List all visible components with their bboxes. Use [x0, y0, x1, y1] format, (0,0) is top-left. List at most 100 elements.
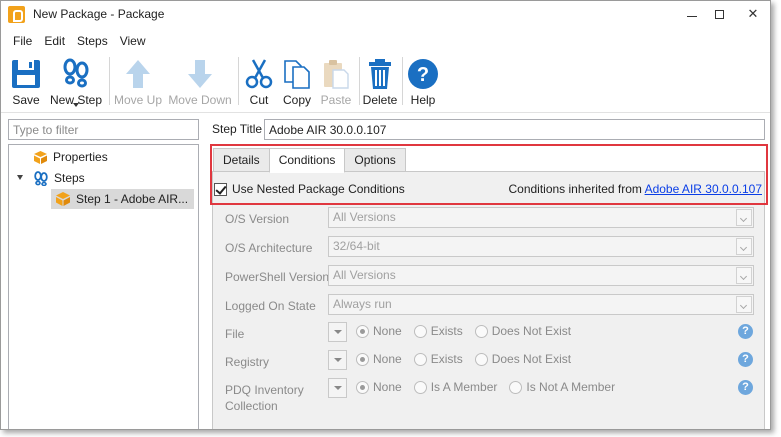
app-logo-icon: [8, 6, 25, 23]
right-pane: Step Title Details Conditions Options Us…: [209, 119, 768, 429]
minimize-icon: [687, 15, 697, 17]
registry-none-label: None: [373, 352, 402, 366]
menu-view[interactable]: View: [114, 31, 152, 51]
toolbar: Save New Step Move Up Move Down Cut Copy…: [1, 53, 770, 109]
expand-arrow-icon[interactable]: [17, 175, 23, 180]
powershell-row: PowerShell Version All Versions: [225, 265, 755, 287]
logged-on-label: Logged On State: [225, 299, 316, 313]
menu-file[interactable]: File: [1, 31, 38, 51]
copy-label: Copy: [282, 93, 311, 107]
trash-icon: [369, 59, 391, 89]
maximize-button[interactable]: [704, 1, 734, 27]
toolbar-separator: [359, 57, 360, 105]
clipboard-icon: [324, 60, 349, 89]
save-icon: [12, 60, 40, 88]
copy-icon: [284, 60, 310, 89]
arrow-down-icon: [188, 60, 212, 88]
chevron-down-icon: [736, 296, 752, 313]
move-down-label: Move Down: [168, 93, 232, 107]
pdq-not-member-label: Is Not A Member: [526, 380, 616, 394]
toolbar-separator: [402, 57, 403, 105]
os-architecture-row: O/S Architecture 32/64-bit: [225, 236, 755, 258]
registry-help-icon[interactable]: ?: [738, 352, 753, 367]
tab-options[interactable]: Options: [344, 148, 406, 172]
os-architecture-label: O/S Architecture: [225, 241, 313, 255]
maximize-icon: [714, 9, 724, 19]
save-button[interactable]: Save: [9, 53, 43, 109]
file-help-icon[interactable]: ?: [738, 324, 753, 339]
filter-input[interactable]: [8, 119, 199, 140]
file-none-radio[interactable]: [356, 324, 369, 338]
package-icon: [56, 192, 70, 206]
arrow-up-icon: [126, 60, 150, 88]
pdq-member-radio[interactable]: [413, 380, 427, 394]
pdq-none-radio[interactable]: [356, 380, 369, 394]
tree-label-steps: Steps: [54, 171, 85, 185]
inherited-prefix: Conditions inherited from: [508, 182, 645, 196]
powershell-select[interactable]: All Versions: [328, 265, 754, 286]
close-button[interactable]: ✕: [738, 1, 768, 27]
move-down-button[interactable]: Move Down: [167, 53, 233, 109]
logged-on-value: Always run: [333, 297, 392, 311]
registry-exists-label: Exists: [430, 352, 463, 366]
toolbar-separator: [238, 57, 239, 105]
new-step-dropdown-icon[interactable]: [73, 103, 79, 107]
copy-button[interactable]: Copy: [280, 53, 314, 109]
tree-item-steps[interactable]: Steps: [33, 168, 85, 188]
logged-on-select[interactable]: Always run: [328, 294, 754, 315]
pdq-help-icon[interactable]: ?: [738, 380, 753, 395]
tree-item-step-1[interactable]: Step 1 - Adobe AIR...: [51, 189, 195, 209]
package-tree: Properties Steps Step 1 - Adobe AIR...: [8, 144, 199, 429]
inherited-text: Conditions inherited from Adobe AIR 30.0…: [508, 182, 762, 196]
move-up-button[interactable]: Move Up: [113, 53, 163, 109]
help-label: Help: [410, 93, 436, 107]
pdq-collection-row: PDQ Inventory Collection None Is A Member…: [225, 378, 755, 414]
os-version-select[interactable]: All Versions: [328, 207, 754, 228]
menu-edit[interactable]: Edit: [38, 31, 71, 51]
file-row: File None Exists Does Not Exist ?: [225, 322, 755, 344]
pdq-not-member-radio[interactable]: [509, 380, 523, 394]
os-architecture-select[interactable]: 32/64-bit: [328, 236, 754, 257]
tree-item-properties[interactable]: Properties: [33, 147, 108, 167]
save-label: Save: [12, 93, 40, 107]
delete-label: Delete: [362, 93, 398, 107]
left-pane: Properties Steps Step: [8, 119, 199, 429]
file-not-exist-radio[interactable]: [474, 324, 488, 338]
registry-not-exist-radio[interactable]: [474, 352, 488, 366]
use-nested-checkbox[interactable]: [214, 182, 227, 196]
os-architecture-value: 32/64-bit: [333, 239, 380, 253]
window-title: New Package - Package: [33, 7, 165, 21]
menu-steps[interactable]: Steps: [71, 31, 114, 51]
registry-not-exist-label: Does Not Exist: [491, 352, 572, 366]
tab-details[interactable]: Details: [213, 148, 270, 172]
tab-conditions[interactable]: Conditions: [268, 148, 346, 173]
use-nested-label: Use Nested Package Conditions: [232, 182, 405, 196]
cut-button[interactable]: Cut: [243, 53, 275, 109]
move-up-label: Move Up: [113, 93, 163, 107]
file-radio-group: None Exists Does Not Exist: [356, 324, 583, 338]
minimize-button[interactable]: [677, 1, 707, 27]
toolbar-divider: [1, 112, 770, 113]
help-button[interactable]: ? Help: [405, 53, 441, 109]
pdq-none-label: None: [373, 380, 402, 394]
file-dropdown[interactable]: [328, 322, 347, 342]
pdq-collection-label: PDQ Inventory Collection: [225, 382, 304, 414]
menu-bar: File Edit Steps View: [1, 31, 770, 51]
chevron-down-icon: [736, 267, 752, 284]
pdq-dropdown[interactable]: [328, 378, 347, 398]
registry-none-radio[interactable]: [356, 352, 369, 366]
delete-button[interactable]: Delete: [361, 53, 399, 109]
powershell-value: All Versions: [333, 268, 396, 282]
footprints-icon: [34, 170, 48, 186]
help-icon: ?: [408, 59, 438, 89]
inherited-package-link[interactable]: Adobe AIR 30.0.0.107: [645, 182, 762, 196]
title-bar: New Package - Package ✕: [1, 1, 770, 29]
file-exists-radio[interactable]: [413, 324, 427, 338]
file-none-label: None: [373, 324, 402, 338]
registry-exists-radio[interactable]: [413, 352, 427, 366]
registry-dropdown[interactable]: [328, 350, 347, 370]
paste-button[interactable]: Paste: [318, 53, 354, 109]
new-step-button[interactable]: New Step: [48, 53, 104, 109]
file-not-exist-label: Does Not Exist: [491, 324, 572, 338]
step-title-input[interactable]: [264, 119, 765, 140]
